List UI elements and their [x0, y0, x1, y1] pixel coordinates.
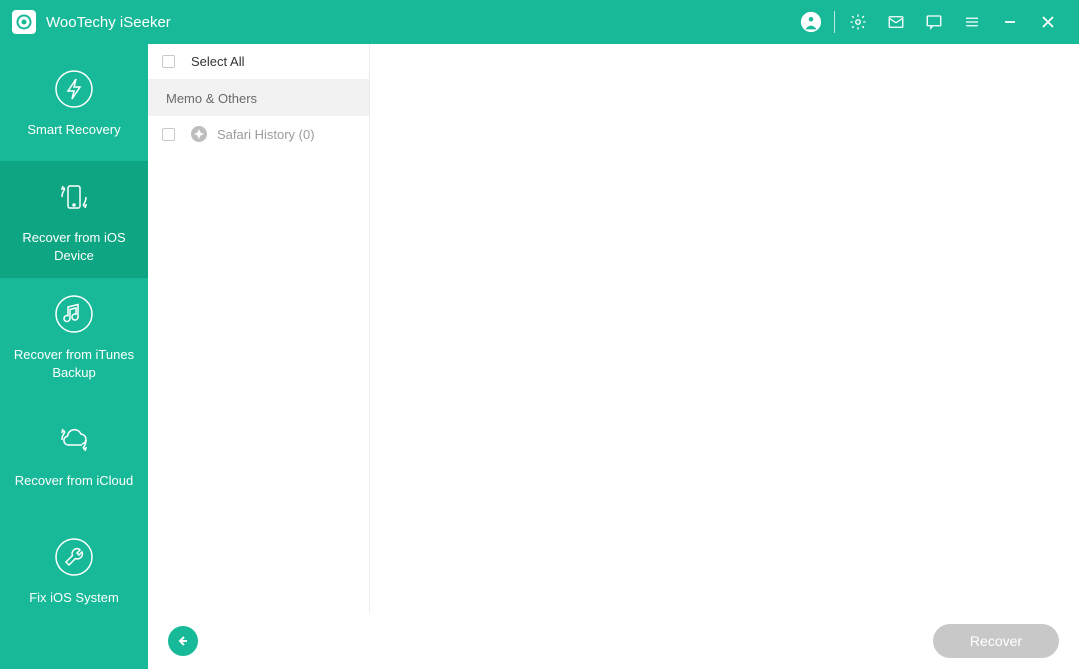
mail-icon[interactable]	[877, 0, 915, 44]
sidebar-item-label: Smart Recovery	[27, 121, 120, 139]
select-all-checkbox[interactable]	[162, 55, 175, 68]
data-type-list: Select All Memo & Others Safari History …	[148, 44, 370, 613]
recover-button[interactable]: Recover	[933, 624, 1059, 658]
sidebar-item-label: Fix iOS System	[29, 589, 119, 607]
cloud-refresh-icon	[52, 418, 96, 462]
section-header: Memo & Others	[148, 80, 369, 116]
minimize-button[interactable]	[991, 0, 1029, 44]
sidebar-item-label: Recover from iTunes Backup	[10, 346, 138, 381]
sidebar-item-icloud[interactable]: Recover from iCloud	[0, 395, 148, 512]
list-item[interactable]: Safari History (0)	[148, 116, 369, 152]
user-icon[interactable]	[792, 0, 830, 44]
phone-refresh-icon	[52, 175, 96, 219]
sidebar-item-label: Recover from iCloud	[15, 472, 134, 490]
safari-icon	[191, 126, 207, 142]
select-all-row[interactable]: Select All	[148, 44, 369, 80]
app-title: WooTechy iSeeker	[46, 14, 171, 31]
lightning-icon	[52, 67, 96, 111]
footer: Recover	[148, 613, 1079, 669]
music-refresh-icon	[52, 292, 96, 336]
wrench-icon	[52, 535, 96, 579]
item-checkbox[interactable]	[162, 128, 175, 141]
close-button[interactable]	[1029, 0, 1067, 44]
menu-icon[interactable]	[953, 0, 991, 44]
main-panel: Select All Memo & Others Safari History …	[148, 44, 1079, 669]
sidebar-item-ios-device[interactable]: Recover from iOS Device	[0, 161, 148, 278]
section-label: Memo & Others	[166, 91, 257, 106]
titlebar: WooTechy iSeeker	[0, 0, 1079, 44]
select-all-label: Select All	[191, 54, 244, 69]
sidebar-item-itunes-backup[interactable]: Recover from iTunes Backup	[0, 278, 148, 395]
sidebar-item-fix-system[interactable]: Fix iOS System	[0, 512, 148, 629]
app-logo	[12, 10, 36, 34]
sidebar-item-label: Recover from iOS Device	[10, 229, 138, 264]
sidebar: Smart Recovery Recover from iOS Device R…	[0, 44, 148, 669]
feedback-icon[interactable]	[915, 0, 953, 44]
sidebar-item-smart-recovery[interactable]: Smart Recovery	[0, 44, 148, 161]
gear-icon[interactable]	[839, 0, 877, 44]
back-button[interactable]	[168, 626, 198, 656]
item-label: Safari History (0)	[217, 127, 315, 142]
separator	[834, 11, 835, 33]
